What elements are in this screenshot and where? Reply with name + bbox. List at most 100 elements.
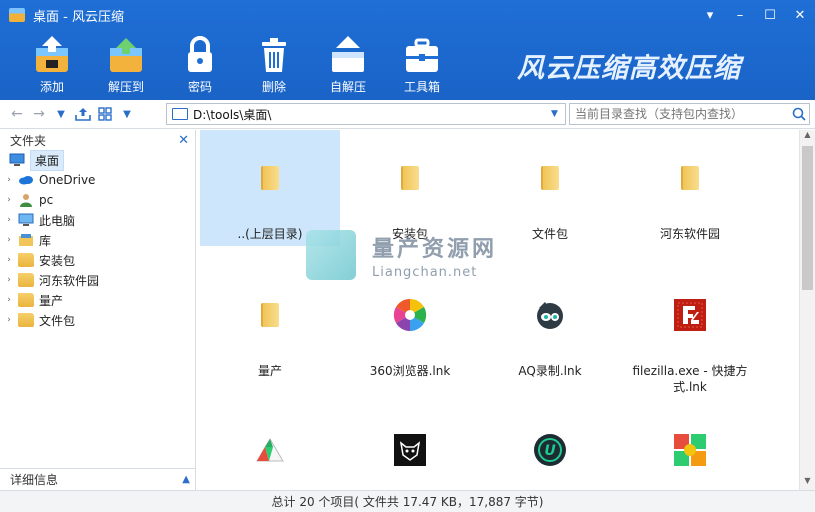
forward-button[interactable]: → [28, 103, 50, 125]
file-item-file-pack[interactable]: 文件包 [480, 130, 620, 242]
file-item-filezilla[interactable]: filezilla.exe - 快捷方式.lnk [620, 267, 760, 395]
file-item-app-u[interactable]: U [480, 420, 620, 480]
add-archive-icon [29, 34, 75, 74]
tree-item-library[interactable]: › 库 [0, 230, 195, 250]
self-extract-icon [325, 34, 371, 74]
path-field[interactable]: D:\tools\桌面\ ▼ [166, 103, 566, 125]
up-folder-icon [75, 108, 91, 121]
file-item-360-browser[interactable]: 360浏览器.lnk [340, 267, 480, 379]
folder-icon [18, 293, 34, 307]
u-app-icon: U [480, 420, 620, 480]
chevron-right-icon[interactable]: › [3, 235, 15, 245]
address-bar: ← → ▼ ▼ D:\tools\桌面\ ▼ [0, 100, 815, 129]
brand-slogan: 风云压缩高效压缩 [517, 53, 741, 84]
minimize-button[interactable]: – [725, 0, 755, 30]
close-icon[interactable]: ✕ [178, 133, 189, 148]
grid-view-icon [98, 107, 112, 121]
add-button[interactable]: 添加 [17, 34, 87, 95]
filezilla-icon [620, 267, 760, 363]
view-mode-button[interactable] [94, 103, 116, 125]
browser-360-icon [340, 267, 480, 363]
computer-icon [18, 213, 34, 226]
chevron-right-icon[interactable]: › [3, 215, 15, 225]
file-item-install-pack[interactable]: 安装包 [340, 130, 480, 242]
app-logo-icon [9, 8, 25, 22]
extract-to-icon [103, 34, 149, 74]
title-bar: 桌面 - 风云压缩 ▾ – ☐ ✕ [0, 0, 815, 30]
close-button[interactable]: ✕ [785, 0, 815, 30]
folder-icon [200, 130, 340, 226]
toolbox-icon [399, 34, 445, 74]
chevron-right-icon[interactable]: › [3, 275, 15, 285]
tree-item-liangchan[interactable]: › 量产 [0, 290, 195, 310]
computer-icon [172, 108, 188, 120]
password-button[interactable]: 密码 [165, 34, 235, 95]
history-dropdown-button[interactable]: ▼ [50, 103, 72, 125]
up-folder-button[interactable] [72, 103, 94, 125]
tree-item-file-pack[interactable]: › 文件包 [0, 310, 195, 330]
tree-item-desktop[interactable]: 桌面 [0, 149, 195, 171]
scroll-up-icon[interactable]: ▲ [800, 130, 815, 144]
chevron-right-icon[interactable]: › [3, 255, 15, 265]
file-item-aq-recorder[interactable]: AQ录制.lnk [480, 267, 620, 379]
chevron-right-icon[interactable]: › [3, 175, 15, 185]
chevron-down-icon[interactable]: ▼ [551, 109, 565, 119]
tree-item-this-pc[interactable]: › 此电脑 [0, 210, 195, 230]
user-icon [20, 194, 32, 207]
status-text: 总计 20 个项目( 文件共 17.47 KB，17,887 字节) [271, 495, 544, 509]
file-item-app-puzzle[interactable] [620, 420, 760, 480]
tree-item-onedrive[interactable]: › OneDrive [0, 170, 195, 190]
puzzle-app-icon [620, 420, 760, 480]
view-mode-dropdown[interactable]: ▼ [116, 103, 138, 125]
tree-item-install-pack[interactable]: › 安装包 [0, 250, 195, 270]
chevron-down-icon: ▼ [57, 108, 65, 120]
search-icon[interactable] [789, 107, 809, 121]
back-button[interactable]: ← [6, 103, 28, 125]
search-box [569, 103, 810, 125]
file-item-liangchan[interactable]: 量产 [200, 267, 340, 379]
file-item-parent-dir[interactable]: ..(上层目录) [200, 130, 340, 246]
window-title: 桌面 - 风云压缩 [33, 9, 124, 25]
trash-icon [251, 34, 297, 74]
lock-icon [177, 34, 223, 74]
tree-item-pc-user[interactable]: › pc [0, 190, 195, 210]
chevron-right-icon[interactable]: › [3, 315, 15, 325]
extract-to-button[interactable]: 解压到 [91, 34, 161, 95]
main-toolbar: 添加 解压到 密码 删除 自解压 工具箱 风云压缩高效压缩 [0, 30, 815, 100]
tree-item-hedong[interactable]: › 河东软件园 [0, 270, 195, 290]
window-controls: ▾ – ☐ ✕ [695, 0, 815, 30]
file-item-hedong[interactable]: 河东软件园 [620, 130, 760, 242]
folder-tree-header: 文件夹 ✕ [10, 132, 189, 148]
details-toggle[interactable]: 详细信息 ▲ [0, 468, 196, 490]
chevron-right-icon[interactable]: › [3, 295, 15, 305]
self-extract-button[interactable]: 自解压 [313, 34, 383, 95]
aq-recorder-icon [480, 267, 620, 363]
folder-icon [18, 273, 34, 287]
desktop-icon [9, 153, 25, 166]
scrollbar-thumb[interactable] [802, 146, 813, 290]
toolbox-button[interactable]: 工具箱 [387, 34, 457, 95]
title-toolbar-area: 桌面 - 风云压缩 ▾ – ☐ ✕ 添加 解压到 密码 删除 自解压 工具箱 风… [0, 0, 815, 100]
folder-icon [18, 253, 34, 267]
file-item-app-pie[interactable] [200, 420, 340, 480]
file-grid: ..(上层目录) 安装包 文件包 河东软件园 量产 360浏览器.lnk AQ录… [200, 130, 798, 490]
path-text: D:\tools\桌面\ [193, 107, 272, 122]
cloud-icon [19, 176, 33, 185]
folder-icon [18, 313, 34, 327]
library-icon [19, 234, 33, 246]
folder-icon [340, 130, 480, 226]
folder-icon [480, 130, 620, 226]
maximize-button[interactable]: ☐ [755, 0, 785, 30]
search-input[interactable] [570, 107, 789, 121]
scroll-down-icon[interactable]: ▼ [800, 476, 815, 490]
chevron-up-icon: ▲ [182, 474, 190, 485]
chevron-down-icon: ▼ [123, 108, 131, 120]
menu-dropdown-button[interactable]: ▾ [695, 0, 725, 30]
status-bar: 总计 20 个项目( 文件共 17.47 KB，17,887 字节) [0, 490, 815, 512]
folder-icon [620, 130, 760, 226]
chevron-right-icon[interactable]: › [3, 195, 15, 205]
file-item-app-wolf[interactable] [340, 420, 480, 480]
delete-button[interactable]: 删除 [239, 34, 309, 95]
svg-text:U: U [544, 443, 556, 459]
vertical-scrollbar[interactable]: ▲ ▼ [799, 130, 815, 490]
